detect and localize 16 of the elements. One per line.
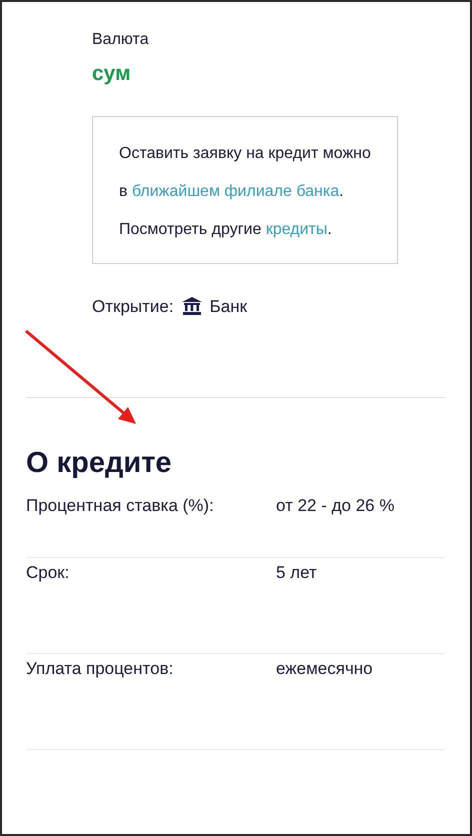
currency-value: сум: [92, 61, 132, 87]
detail-value: ежемесячно: [276, 658, 373, 680]
detail-value: от 22 - до 26 %: [276, 494, 394, 517]
opening-value: Банк: [210, 296, 248, 318]
text-link[interactable]: ближайшем филиале банка: [132, 182, 340, 200]
text-link[interactable]: кредиты: [266, 220, 328, 238]
currency-label: Валюта: [92, 30, 150, 50]
section-heading: О кредите: [26, 446, 173, 481]
detail-label: Уплата процентов:: [26, 658, 174, 680]
detail-value: 5 лет: [276, 562, 317, 584]
detail-label: Срок:: [26, 562, 70, 584]
note-text: Посмотреть другие кредиты.: [119, 220, 333, 240]
bank-icon: [182, 297, 202, 316]
detail-label: Процентная ставка (%):: [26, 494, 215, 517]
opening-label: Открытие:: [92, 296, 174, 318]
note-text: Оставить заявку на кредит можно в ближайшем филиале банка.: [119, 144, 372, 202]
